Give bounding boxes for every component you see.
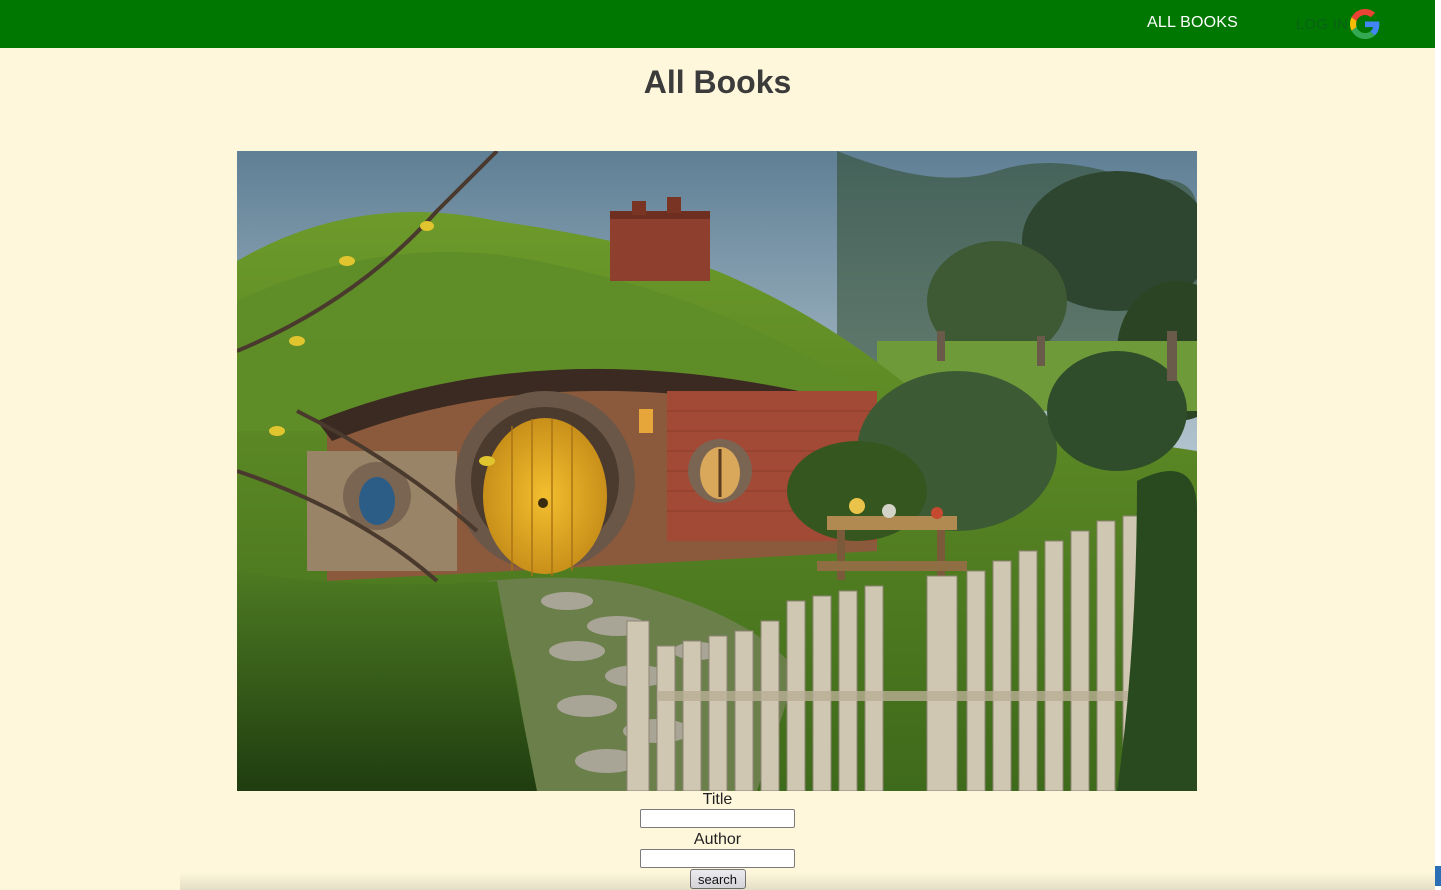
title-label: Title — [702, 791, 733, 808]
google-icon — [1350, 9, 1380, 39]
title-input[interactable] — [640, 809, 795, 828]
top-navbar: ALL BOOKS LOG IN — [0, 0, 1435, 48]
all-books-link[interactable]: ALL BOOKS — [1147, 14, 1238, 32]
author-label: Author — [693, 831, 742, 848]
login-label: LOG IN — [1296, 15, 1349, 33]
login-button[interactable]: LOG IN — [1296, 9, 1380, 39]
author-input[interactable] — [640, 849, 795, 868]
page-title: All Books — [643, 64, 792, 100]
hero-image — [237, 151, 1197, 791]
page: ALL BOOKS LOG IN All Books Title Author … — [0, 0, 1435, 890]
window-edge — [1435, 0, 1441, 890]
edge-badge — [1435, 866, 1441, 886]
search-button[interactable]: search — [689, 869, 746, 889]
search-form: Title Author search — [0, 790, 1435, 889]
